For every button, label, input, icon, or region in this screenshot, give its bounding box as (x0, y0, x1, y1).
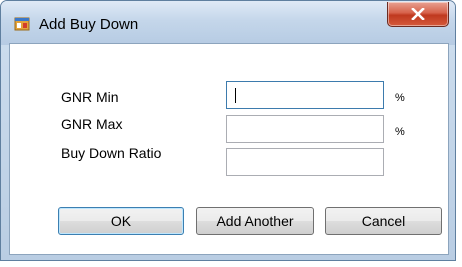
window-app-icon (14, 16, 30, 32)
gnr-max-unit: % (395, 126, 405, 138)
gnr-min-input[interactable] (226, 81, 384, 109)
gnr-min-unit: % (395, 92, 405, 104)
dialog-body: GNR Min % GNR Max % Buy Down Ratio OK Ad… (9, 43, 449, 255)
title-bar[interactable]: Add Buy Down (1, 1, 455, 45)
gnr-max-input[interactable] (226, 115, 384, 143)
gnr-max-label: GNR Max (61, 116, 123, 132)
add-another-button[interactable]: Add Another (196, 207, 314, 235)
close-icon (411, 8, 425, 20)
buy-down-ratio-input[interactable] (226, 148, 384, 176)
gnr-min-label: GNR Min (61, 89, 119, 105)
dialog-window: Add Buy Down GNR Min % GNR Max % Buy Dow… (0, 0, 456, 261)
window-title: Add Buy Down (39, 16, 139, 33)
text-caret (235, 88, 236, 103)
buy-down-ratio-label: Buy Down Ratio (61, 145, 162, 161)
close-button[interactable] (387, 2, 449, 27)
cancel-button[interactable]: Cancel (325, 207, 442, 235)
ok-button[interactable]: OK (58, 207, 184, 235)
